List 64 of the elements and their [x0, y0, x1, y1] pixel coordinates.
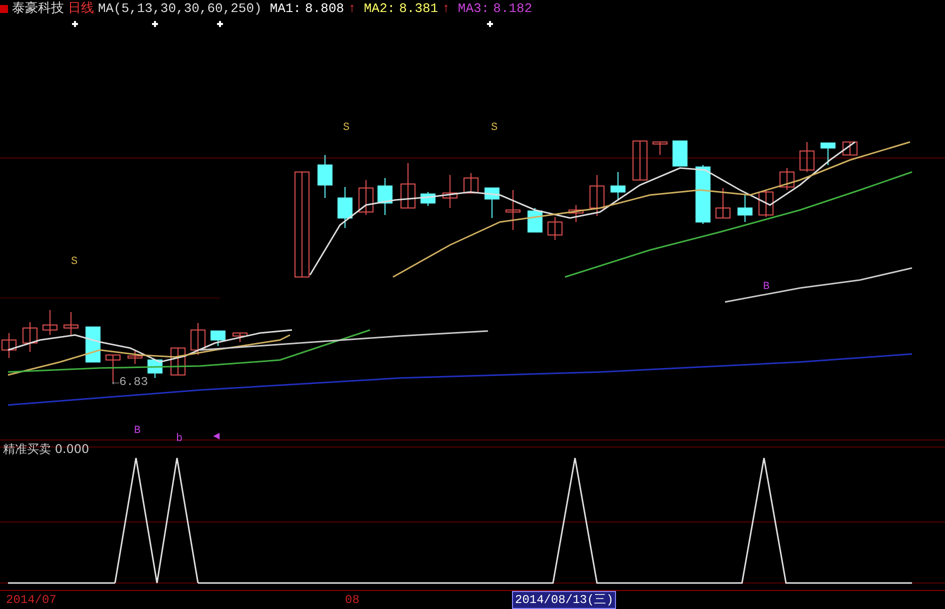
- candlestick: [632, 140, 648, 180]
- candlestick: [22, 322, 38, 352]
- candlestick: [548, 216, 562, 240]
- candlestick: [400, 162, 416, 208]
- sell-signal: S: [71, 256, 78, 268]
- candlestick: [358, 180, 374, 216]
- buy-signal: B: [134, 425, 141, 437]
- candlestick: [506, 190, 520, 230]
- ma-label: MA3:: [458, 0, 490, 18]
- up-arrow-icon: ↑: [348, 0, 356, 18]
- candlestick: [590, 174, 604, 216]
- ma-formula: MA(5,13,30,30,60,250): [98, 0, 262, 18]
- up-arrow-icon: ↑: [442, 0, 450, 18]
- buy-signal: b: [176, 433, 183, 445]
- ma-label: MA2:: [364, 0, 396, 18]
- candlestick: [128, 350, 142, 364]
- candlestick: [42, 310, 58, 336]
- candlestick: [672, 140, 688, 166]
- buy-signal: B: [763, 281, 770, 293]
- stock-name: 泰豪科技: [12, 0, 64, 18]
- candlestick: [716, 188, 730, 218]
- candlestick: [800, 142, 814, 172]
- candlestick: [210, 330, 226, 346]
- candlestick: [464, 172, 478, 194]
- buy-signal: ◀: [213, 431, 220, 443]
- star-marker-icon: [151, 20, 159, 28]
- candlestick: [528, 208, 542, 232]
- star-marker-icon: [71, 20, 79, 28]
- date-label: 08: [344, 592, 360, 609]
- candlestick: [758, 190, 774, 218]
- candlestick: [780, 168, 794, 190]
- candlestick: [442, 174, 458, 208]
- candlestick: [338, 186, 352, 228]
- candlestick: [64, 312, 78, 336]
- candlestick: [190, 322, 206, 356]
- candlestick: [610, 172, 626, 200]
- candlestick: [738, 194, 752, 222]
- candlestick: [842, 142, 858, 156]
- ma-value: 8.808: [305, 0, 344, 18]
- star-marker-icon: [216, 20, 224, 28]
- ma-value: 8.182: [493, 0, 532, 18]
- date-label: 2014/08/13(三): [512, 591, 616, 609]
- candlestick: [2, 332, 16, 358]
- sell-signal: S: [343, 122, 350, 134]
- low-price-label: ←6.83: [112, 375, 148, 389]
- candlestick: [318, 154, 332, 198]
- sell-signal: S: [491, 122, 498, 134]
- candlestick: [568, 204, 584, 222]
- candlestick: [652, 142, 668, 156]
- candlestick: [86, 326, 100, 362]
- date-label: 2014/07: [5, 592, 58, 609]
- ma-value: 8.381: [399, 0, 438, 18]
- candlestick: [232, 332, 248, 342]
- star-marker-icon: [486, 20, 494, 28]
- candlestick: [484, 188, 500, 218]
- ma-label: MA1:: [270, 0, 302, 18]
- candlestick: [420, 192, 436, 206]
- stock-flag-icon: [0, 5, 8, 13]
- candlestick: [696, 164, 710, 224]
- period-label: 日线: [68, 0, 94, 18]
- indicator-label: 精准买卖 0.000: [3, 442, 90, 456]
- candlestick: [170, 348, 186, 376]
- candlestick: [378, 178, 392, 216]
- candlestick: [820, 142, 836, 166]
